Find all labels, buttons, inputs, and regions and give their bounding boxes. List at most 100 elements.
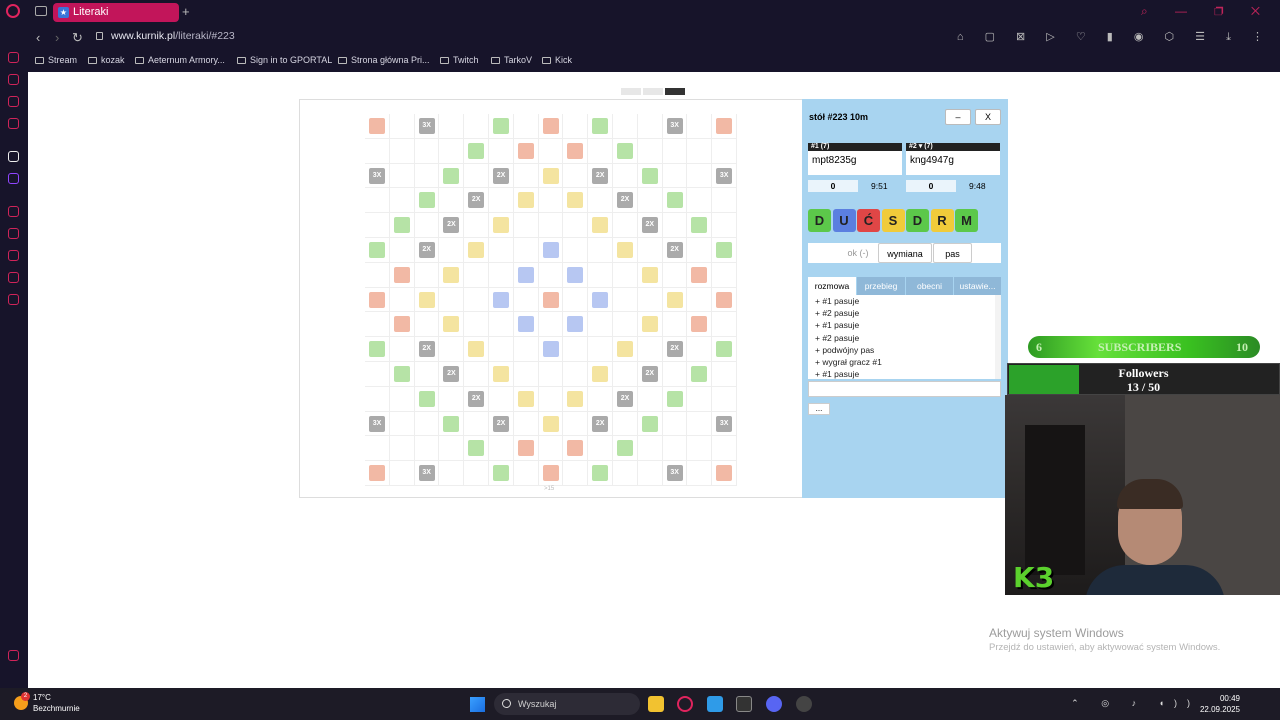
board-cell[interactable] [687, 138, 713, 164]
more-button[interactable]: ... [808, 403, 830, 415]
board-cell[interactable] [513, 238, 539, 263]
board-cell[interactable] [613, 287, 638, 313]
board-cell[interactable] [439, 436, 465, 462]
board-cell[interactable] [513, 188, 539, 214]
board-cell[interactable] [464, 114, 489, 139]
board-cell[interactable] [563, 114, 589, 139]
rack-tile[interactable]: U [832, 209, 856, 232]
board-cell[interactable] [365, 337, 390, 362]
board-cell[interactable] [538, 114, 564, 139]
board-cell[interactable] [439, 163, 465, 189]
board-cell[interactable] [588, 287, 613, 313]
pass-button[interactable]: pas [933, 243, 972, 263]
board-cell[interactable] [662, 312, 688, 338]
board-cell[interactable] [538, 163, 564, 189]
board-cell[interactable] [389, 188, 415, 214]
board-cell[interactable] [563, 213, 589, 238]
board-cell[interactable] [687, 262, 713, 288]
board-cell[interactable] [563, 461, 589, 486]
board-cell[interactable] [439, 337, 465, 362]
board-cell[interactable] [588, 114, 613, 139]
board-cell[interactable] [563, 312, 589, 338]
board-cell[interactable] [538, 436, 564, 462]
pager-segment[interactable] [621, 88, 641, 95]
board-cell[interactable] [613, 337, 638, 362]
board-cell[interactable]: 3X [662, 461, 688, 486]
board-cell[interactable] [538, 461, 564, 486]
board-cell[interactable] [513, 461, 539, 486]
board-cell[interactable] [513, 138, 539, 164]
board-cell[interactable] [389, 337, 415, 362]
board-cell[interactable] [464, 138, 489, 164]
settings-icon[interactable] [8, 294, 19, 305]
board-cell[interactable] [538, 188, 564, 214]
board-cell[interactable] [439, 238, 465, 263]
board-cell[interactable] [414, 138, 440, 164]
board-cell[interactable] [563, 411, 589, 437]
board-cell[interactable] [538, 287, 564, 313]
reload-icon[interactable]: ↻ [72, 30, 83, 46]
board-cell[interactable] [365, 362, 390, 387]
board-cell[interactable] [637, 138, 663, 164]
bookmark-twitch[interactable]: Twitch [440, 55, 479, 65]
rack-tile[interactable]: Ć [857, 209, 880, 232]
feather-app-icon[interactable] [707, 696, 723, 712]
board-cell[interactable] [365, 287, 390, 313]
board-cell[interactable] [489, 262, 514, 288]
board-cell[interactable] [637, 386, 663, 412]
board-cell[interactable] [439, 114, 465, 139]
board-cell[interactable] [489, 461, 514, 486]
board-cell[interactable] [613, 411, 638, 437]
board-cell[interactable] [414, 386, 440, 412]
board-cell[interactable] [464, 337, 489, 362]
board-cell[interactable] [588, 337, 613, 362]
board-cell[interactable] [439, 461, 465, 486]
board-cell[interactable] [563, 337, 589, 362]
board-cell[interactable] [489, 213, 514, 238]
board-cell[interactable] [389, 163, 415, 189]
board-cell[interactable] [439, 287, 465, 313]
board-cell[interactable] [662, 436, 688, 462]
board-cell[interactable] [489, 362, 514, 387]
board-cell[interactable] [365, 386, 390, 412]
board-cell[interactable] [687, 238, 713, 263]
board-cell[interactable]: 2X [464, 188, 489, 214]
opera-gx-icon[interactable] [677, 696, 693, 712]
board-cell[interactable]: 2X [588, 411, 613, 437]
ok-button[interactable]: ok (-) [838, 243, 878, 263]
board-cell[interactable] [365, 436, 390, 462]
heart-icon[interactable] [8, 228, 19, 239]
board-cell[interactable] [687, 337, 713, 362]
board-cell[interactable] [389, 238, 415, 263]
board-cell[interactable] [439, 262, 465, 288]
player-icon[interactable] [8, 206, 19, 217]
board-cell[interactable] [365, 114, 390, 139]
board-cell[interactable]: 2X [464, 386, 489, 412]
board-cell[interactable] [613, 362, 638, 387]
board-cell[interactable] [414, 436, 440, 462]
board-cell[interactable] [439, 386, 465, 412]
board-cell[interactable] [389, 138, 415, 164]
board-cell[interactable]: 3X [712, 163, 737, 189]
board-cell[interactable] [563, 436, 589, 462]
windows-start-icon[interactable] [470, 697, 485, 712]
board-cell[interactable] [662, 362, 688, 387]
minimize-button[interactable]: – [945, 109, 971, 125]
board-cell[interactable] [389, 461, 415, 486]
board-cell[interactable] [513, 386, 539, 412]
board-cell[interactable] [513, 114, 539, 139]
board-cell[interactable] [588, 262, 613, 288]
board-cell[interactable] [538, 262, 564, 288]
close-button[interactable]: X [975, 109, 1001, 125]
board-cell[interactable] [687, 188, 713, 214]
board-cell[interactable] [489, 287, 514, 313]
browser-toolbar-icons[interactable]: ⌂ ▢ ⊠ ▷ ♡ ▮ ◉ ⬡ ☰ ⤓ ⋮ [957, 30, 1272, 44]
board-cell[interactable] [613, 114, 638, 139]
log-scrollbar[interactable] [995, 295, 1001, 379]
board-cell[interactable] [464, 238, 489, 263]
board-cell[interactable] [538, 337, 564, 362]
rack-tile[interactable]: S [881, 209, 905, 232]
board-cell[interactable] [365, 138, 390, 164]
board-cell[interactable] [489, 238, 514, 263]
board-cell[interactable]: 2X [414, 238, 440, 263]
